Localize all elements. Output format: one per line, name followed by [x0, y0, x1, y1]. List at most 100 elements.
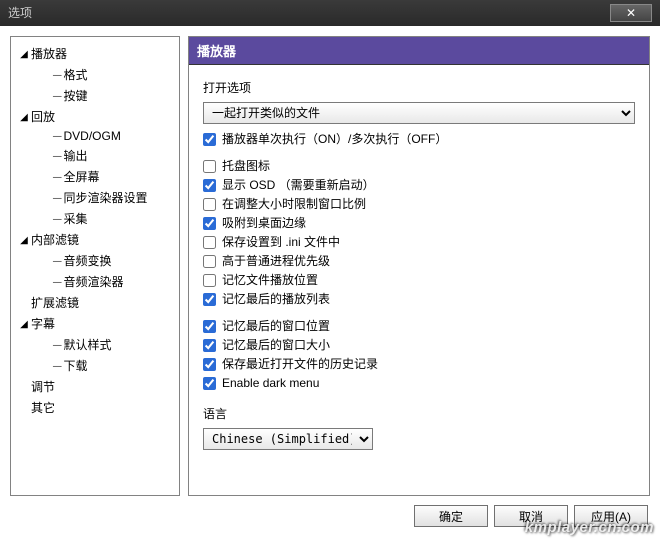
checkbox-label: 显示 OSD （需要重新启动） — [222, 177, 375, 194]
checkbox[interactable] — [203, 179, 216, 192]
tree-branch-icon: ─ — [53, 68, 62, 82]
tree-item[interactable]: ─DVD/OGM — [15, 127, 175, 145]
tree-item-label: 采集 — [64, 212, 88, 226]
tree-item[interactable]: ─音频变换 — [15, 250, 175, 271]
ok-button[interactable]: 确定 — [414, 505, 488, 527]
checkbox-row[interactable]: 记忆文件播放位置 — [203, 271, 635, 290]
open-options-select[interactable]: 一起打开类似的文件 — [203, 102, 635, 124]
tree-branch-icon: ─ — [53, 129, 62, 143]
tree-item-label: 输出 — [64, 149, 88, 163]
checkbox-row[interactable]: 在调整大小时限制窗口比例 — [203, 195, 635, 214]
tree-item-label: 音频变换 — [64, 254, 112, 268]
checkbox-label: 吸附到桌面边缘 — [222, 215, 306, 232]
tree-item[interactable]: ─音频渲染器 — [15, 271, 175, 292]
checkbox-label: 播放器单次执行（ON）/多次执行（OFF） — [222, 131, 447, 148]
tree-item[interactable]: ◢播放器 — [15, 43, 175, 64]
checkbox-label: Enable dark menu — [222, 375, 319, 392]
collapse-icon[interactable]: ◢ — [19, 235, 29, 246]
checkbox-label: 托盘图标 — [222, 158, 270, 175]
tree-item-label: 内部滤镜 — [31, 233, 79, 247]
tree-item[interactable]: ─按键 — [15, 85, 175, 106]
tree-item[interactable]: 调节 — [15, 376, 175, 397]
checkbox[interactable] — [203, 377, 216, 390]
checkbox-label: 记忆最后的窗口位置 — [222, 318, 330, 335]
tree-item-label: 按键 — [64, 89, 88, 103]
tree-item-label: 格式 — [64, 68, 88, 82]
tree-item[interactable]: ─默认样式 — [15, 334, 175, 355]
cancel-button[interactable]: 取消 — [494, 505, 568, 527]
tree-item[interactable]: ─输出 — [15, 145, 175, 166]
checkbox[interactable] — [203, 358, 216, 371]
checkbox[interactable] — [203, 133, 216, 146]
tree-item-label: 播放器 — [31, 47, 67, 61]
tree-branch-icon: ─ — [53, 338, 62, 352]
tree-item[interactable]: ◢内部滤镜 — [15, 229, 175, 250]
checkbox-row[interactable]: 托盘图标 — [203, 157, 635, 176]
tree-branch-icon: ─ — [53, 275, 62, 289]
close-icon: ✕ — [626, 0, 636, 26]
close-button[interactable]: ✕ — [610, 4, 652, 22]
language-label: 语言 — [203, 405, 635, 422]
tree-branch-icon: ─ — [53, 170, 62, 184]
checkbox-label: 保存最近打开文件的历史记录 — [222, 356, 378, 373]
checkbox[interactable] — [203, 217, 216, 230]
checkbox-row[interactable]: 显示 OSD （需要重新启动） — [203, 176, 635, 195]
collapse-icon[interactable]: ◢ — [19, 112, 29, 123]
panel-title: 播放器 — [189, 37, 649, 65]
checkbox-row[interactable]: 记忆最后的播放列表 — [203, 290, 635, 309]
tree-item-label: 调节 — [31, 380, 55, 394]
checkbox[interactable] — [203, 255, 216, 268]
checkbox-row[interactable]: Enable dark menu — [203, 374, 635, 393]
checkbox[interactable] — [203, 236, 216, 249]
checkbox-row[interactable]: 播放器单次执行（ON）/多次执行（OFF） — [203, 130, 635, 149]
checkbox-row[interactable]: 保存设置到 .ini 文件中 — [203, 233, 635, 252]
title-bar: 选项 ✕ — [0, 0, 660, 26]
collapse-icon[interactable]: ◢ — [19, 49, 29, 60]
tree-branch-icon: ─ — [53, 89, 62, 103]
tree-item-label: 字幕 — [31, 317, 55, 331]
tree-item-label: 全屏幕 — [64, 170, 100, 184]
tree-item[interactable]: ◢字幕 — [15, 313, 175, 334]
checkbox[interactable] — [203, 339, 216, 352]
language-select[interactable]: Chinese (Simplified) — [203, 428, 373, 450]
category-tree: ◢播放器─格式─按键◢回放─DVD/OGM─输出─全屏幕─同步渲染器设置─采集◢… — [10, 36, 180, 496]
collapse-icon[interactable]: ◢ — [19, 319, 29, 330]
checkbox-row[interactable]: 保存最近打开文件的历史记录 — [203, 355, 635, 374]
open-options-label: 打开选项 — [203, 79, 635, 96]
tree-item[interactable]: ◢回放 — [15, 106, 175, 127]
tree-item[interactable]: ─全屏幕 — [15, 166, 175, 187]
tree-item-label: 回放 — [31, 110, 55, 124]
tree-branch-icon: ─ — [53, 254, 62, 268]
tree-item-label: 下载 — [64, 359, 88, 373]
checkbox-label: 记忆最后的窗口大小 — [222, 337, 330, 354]
tree-item[interactable]: ─下载 — [15, 355, 175, 376]
checkbox-row[interactable]: 高于普通进程优先级 — [203, 252, 635, 271]
tree-branch-icon: ─ — [53, 149, 62, 163]
checkbox-label: 在调整大小时限制窗口比例 — [222, 196, 366, 213]
checkbox-label: 高于普通进程优先级 — [222, 253, 330, 270]
tree-branch-icon: ─ — [53, 212, 62, 226]
tree-item-label: 默认样式 — [64, 338, 112, 352]
tree-item[interactable]: 扩展滤镜 — [15, 292, 175, 313]
tree-item-label: 音频渲染器 — [64, 275, 124, 289]
checkbox[interactable] — [203, 293, 216, 306]
tree-item[interactable]: ─格式 — [15, 64, 175, 85]
checkbox-row[interactable]: 吸附到桌面边缘 — [203, 214, 635, 233]
tree-item[interactable]: 其它 — [15, 397, 175, 418]
tree-item[interactable]: ─同步渲染器设置 — [15, 187, 175, 208]
checkbox-row[interactable]: 记忆最后的窗口位置 — [203, 317, 635, 336]
checkbox[interactable] — [203, 198, 216, 211]
window-title: 选项 — [8, 0, 32, 26]
checkbox-label: 记忆最后的播放列表 — [222, 291, 330, 308]
tree-branch-icon: ─ — [53, 191, 62, 205]
checkbox-row[interactable]: 记忆最后的窗口大小 — [203, 336, 635, 355]
apply-button[interactable]: 应用(A) — [574, 505, 648, 527]
tree-item-label: DVD/OGM — [64, 129, 121, 143]
checkbox-label: 保存设置到 .ini 文件中 — [222, 234, 340, 251]
tree-item-label: 其它 — [31, 401, 55, 415]
settings-panel: 播放器 打开选项 一起打开类似的文件 播放器单次执行（ON）/多次执行（OFF）… — [188, 36, 650, 496]
checkbox[interactable] — [203, 274, 216, 287]
checkbox[interactable] — [203, 160, 216, 173]
tree-item[interactable]: ─采集 — [15, 208, 175, 229]
checkbox[interactable] — [203, 320, 216, 333]
